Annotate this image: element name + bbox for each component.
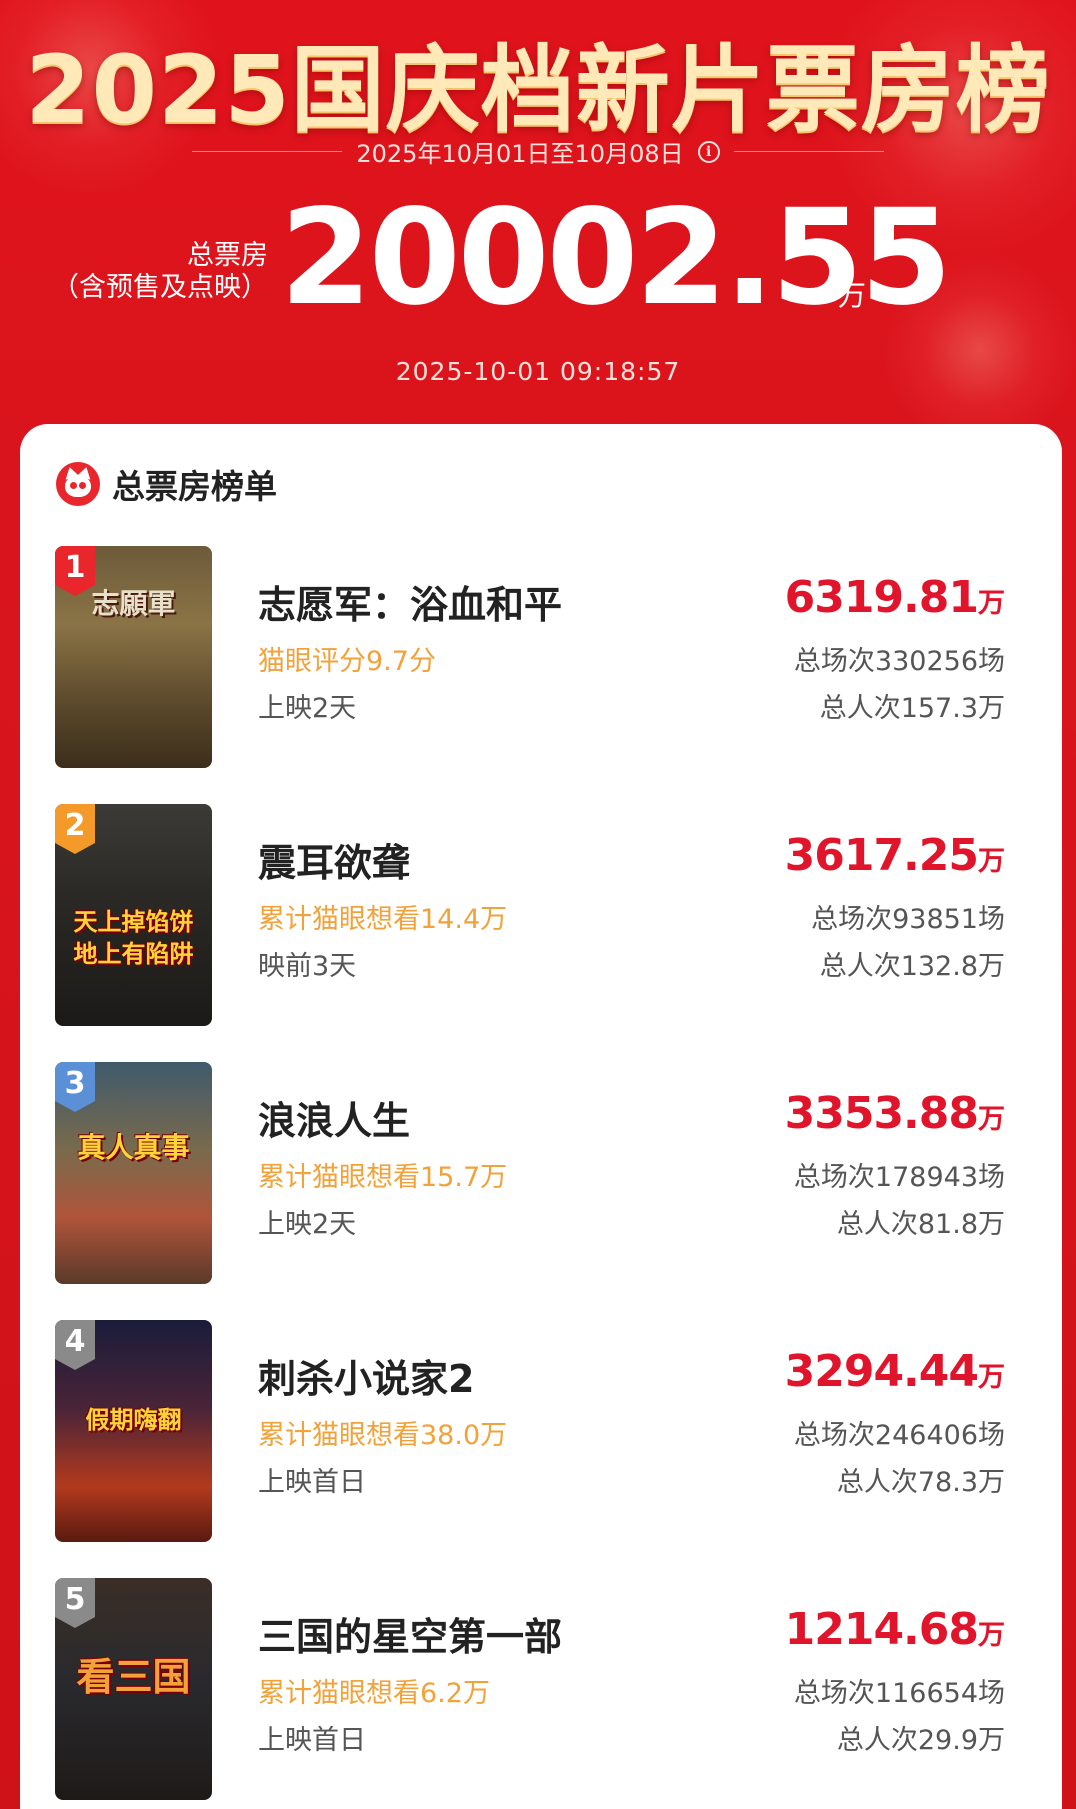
movie-name: 刺杀小说家2 [258, 1357, 475, 1401]
movie-box-office: 3617.25万 [785, 830, 1005, 881]
release-status: 上映2天 [258, 1209, 357, 1240]
movie-name: 震耳欲聋 [258, 841, 411, 885]
movie-row[interactable]: 天上掉馅饼 地上有陷阱 2 震耳欲聋 累计猫眼想看14.4万 映前3天 3617… [55, 804, 1035, 1026]
total-shows: 总场次116654场 [793, 1678, 1005, 1709]
box-office-value: 3617.25 [784, 830, 979, 881]
date-range-row: 2025年10月01日至10月08日 i [0, 134, 1076, 169]
movie-want-to-watch: 累计猫眼想看38.0万 [258, 1420, 508, 1451]
box-office-unit: 万 [978, 1362, 1005, 1393]
movie-name: 志愿军：浴血和平 [258, 583, 563, 627]
info-icon[interactable]: i [697, 140, 720, 163]
total-label-line2: （含预售及点映） [52, 272, 268, 303]
box-office-value: 6319.81 [784, 572, 979, 623]
movie-want-to-watch: 累计猫眼想看6.2万 [258, 1678, 490, 1709]
update-timestamp: 2025-10-01 09:18:57 [395, 357, 681, 386]
movie-box-office: 3294.44万 [785, 1346, 1005, 1397]
box-office-unit: 万 [978, 1104, 1005, 1135]
poster-title: 看三国 [76, 1655, 191, 1699]
poster-title: 真人真事 [77, 1131, 190, 1164]
movie-want-to-watch: 累计猫眼想看14.4万 [258, 904, 508, 935]
total-shows: 总场次178943场 [793, 1162, 1005, 1193]
total-admissions: 总人次81.8万 [836, 1209, 1005, 1240]
movie-rating: 猫眼评分9.7分 [258, 646, 436, 677]
rank-badge: 2 [55, 804, 95, 854]
movie-poster[interactable]: 假期嗨翻 4 [55, 1320, 212, 1542]
total-admissions: 总人次78.3万 [836, 1467, 1005, 1498]
movie-name: 三国的星空第一部 [258, 1615, 563, 1659]
movie-poster[interactable]: 看三国 5 [55, 1578, 212, 1800]
total-label-line1: 总票房 [187, 240, 268, 271]
movie-name: 浪浪人生 [258, 1099, 411, 1143]
movie-box-office: 1214.68万 [785, 1604, 1005, 1655]
divider [733, 151, 884, 152]
rank-badge: 5 [55, 1578, 95, 1628]
movie-row[interactable]: 看三国 5 三国的星空第一部 累计猫眼想看6.2万 上映首日 1214.68万 … [55, 1578, 1035, 1800]
movie-row[interactable]: 假期嗨翻 4 刺杀小说家2 累计猫眼想看38.0万 上映首日 3294.44万 … [55, 1320, 1035, 1542]
box-office-unit: 万 [978, 588, 1005, 619]
release-status: 上映首日 [258, 1725, 366, 1756]
movie-poster[interactable]: 天上掉馅饼 地上有陷阱 2 [55, 804, 212, 1026]
divider [192, 151, 343, 152]
total-shows: 总场次330256场 [793, 646, 1005, 677]
release-status: 映前3天 [258, 951, 357, 982]
movie-poster[interactable]: 真人真事 3 [55, 1062, 212, 1284]
page-title: 2025国庆档新片票房榜 [25, 36, 1051, 145]
total-box-office-label: 总票房 （含预售及点映） [40, 240, 268, 304]
box-office-unit: 万 [978, 846, 1005, 877]
total-box-office-unit: 万 [838, 279, 867, 312]
rank-badge: 4 [55, 1320, 95, 1370]
release-status: 上映2天 [258, 693, 357, 724]
box-office-unit: 万 [978, 1620, 1005, 1651]
movie-poster[interactable]: 志願軍 1 [55, 546, 212, 768]
maoyan-cat-icon [56, 462, 100, 506]
total-admissions: 总人次157.3万 [819, 693, 1005, 724]
date-range: 2025年10月01日至10月08日 [356, 140, 684, 168]
rank-badge: 3 [55, 1062, 95, 1112]
box-office-value: 3353.88 [784, 1088, 979, 1139]
card-title: 总票房榜单 [112, 467, 277, 506]
release-status: 上映首日 [258, 1467, 366, 1498]
movie-box-office: 3353.88万 [785, 1088, 1005, 1139]
header-banner: 2025国庆档新片票房榜 2025年10月01日至10月08日 i 总票房 （含… [0, 0, 1076, 450]
card-header: 总票房榜单 [56, 460, 277, 508]
total-shows: 总场次93851场 [811, 904, 1005, 935]
total-admissions: 总人次29.9万 [836, 1725, 1005, 1756]
ranking-card: 总票房榜单 志願軍 1 志愿军：浴血和平 猫眼评分9.7分 上映2天 6319.… [20, 424, 1062, 1809]
poster-title: 假期嗨翻 [85, 1406, 182, 1434]
total-shows: 总场次246406场 [793, 1420, 1005, 1451]
poster-title: 天上掉馅饼 地上有陷阱 [73, 908, 194, 968]
box-office-value: 3294.44 [784, 1346, 979, 1397]
movie-row[interactable]: 真人真事 3 浪浪人生 累计猫眼想看15.7万 上映2天 3353.88万 总场… [55, 1062, 1035, 1284]
total-admissions: 总人次132.8万 [819, 951, 1005, 982]
box-office-value: 1214.68 [784, 1604, 979, 1655]
movie-row[interactable]: 志願軍 1 志愿军：浴血和平 猫眼评分9.7分 上映2天 6319.81万 总场… [55, 546, 1035, 768]
movie-box-office: 6319.81万 [785, 572, 1005, 623]
movie-want-to-watch: 累计猫眼想看15.7万 [258, 1162, 508, 1193]
